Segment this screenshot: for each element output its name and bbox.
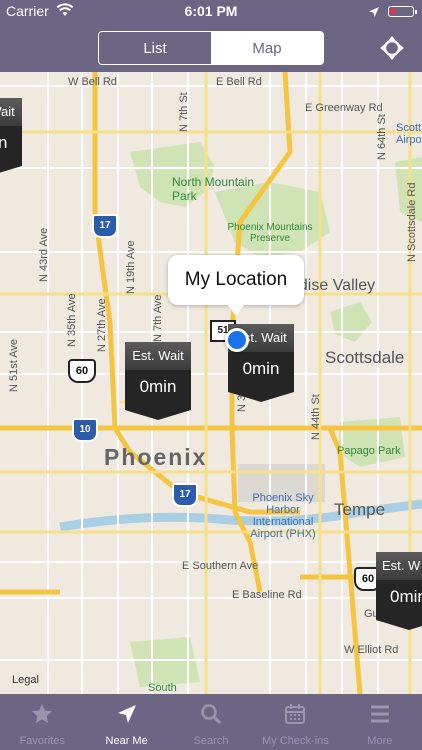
segment-map[interactable]: Map — [211, 32, 323, 64]
map-label: N 64th St — [376, 114, 388, 160]
wait-pin-title: Est. Wait — [0, 98, 22, 126]
map-label: E Southern Ave — [182, 560, 259, 572]
wait-pin-value: 0min — [139, 377, 177, 396]
map-label: N 43rd Ave — [38, 227, 50, 282]
interstate-shield: 17 — [172, 483, 198, 507]
map-label: N 7th Ave — [152, 294, 164, 343]
map-label: Phoenix Mountains Preserve — [227, 222, 313, 244]
tab-bar: Favorites Near Me Search My Check-ins Mo… — [0, 694, 422, 750]
map-view[interactable]: W Bell Rd E Bell Rd E Greenway Rd N 7th … — [0, 72, 422, 694]
list-map-segmented-control: List Map — [98, 31, 324, 65]
nav-bar: List Map — [0, 24, 422, 72]
battery-icon — [388, 6, 417, 17]
tab-near-me[interactable]: Near Me — [84, 694, 168, 750]
tab-label: More — [367, 735, 393, 747]
map-label: W Bell Rd — [68, 76, 117, 88]
map-label: Phoenix — [104, 444, 208, 470]
tab-my-check-ins[interactable]: My Check-ins — [253, 694, 337, 750]
wait-pin[interactable]: Est. Wait 0min — [0, 98, 22, 176]
user-location-dot[interactable] — [225, 328, 249, 352]
map-label: Scottsdale — [325, 348, 405, 367]
map-label: N 27th Ave — [96, 298, 108, 352]
map-label: N 44th St — [310, 394, 322, 440]
status-bar: Carrier 6:01 PM — [0, 0, 422, 24]
wait-pin-value: 0min — [242, 359, 280, 378]
map-label: N 35th Ave — [66, 293, 78, 347]
map-label: N 51st Ave — [8, 339, 20, 392]
tab-more[interactable]: More — [338, 694, 422, 750]
interstate-shield: 10 — [72, 418, 98, 442]
segment-list[interactable]: List — [99, 32, 211, 64]
star-icon — [32, 704, 53, 723]
tab-search[interactable]: Search — [169, 694, 253, 750]
clock: 6:01 PM — [184, 3, 238, 19]
map-label: Phoenix Sky Harbor International Airport… — [250, 492, 316, 540]
my-location-callout[interactable]: My Location — [168, 255, 304, 316]
wait-pin[interactable]: Est. Wait 0min — [125, 342, 191, 420]
tab-label: Near Me — [105, 735, 148, 747]
location-services-icon — [369, 7, 379, 17]
us-route-shield: 60 — [68, 359, 96, 383]
map-label: North Mountain Park — [172, 175, 255, 203]
map-label: N 7th St — [178, 92, 190, 132]
wait-pin-title: Est. W — [376, 552, 422, 580]
calendar-icon — [285, 704, 306, 724]
tab-label: My Check-ins — [262, 735, 329, 747]
map-label: Scott Airpo — [396, 122, 422, 146]
wait-pin-title: Est. Wait — [125, 342, 191, 370]
crosshair-icon[interactable] — [378, 34, 406, 62]
map-label: Papago Park — [337, 445, 401, 457]
map-graphics — [0, 72, 422, 694]
menu-icon — [370, 705, 389, 723]
wait-pin[interactable]: Est. W 0min — [376, 552, 422, 630]
map-label: W Elliot Rd — [344, 644, 399, 656]
wait-pin-value: 0min — [0, 133, 8, 152]
map-label: South — [148, 682, 177, 694]
map-label: Tempe — [334, 500, 386, 519]
map-label: E Bell Rd — [216, 76, 262, 88]
location-arrow-icon — [117, 705, 136, 723]
map-label: N 19th Ave — [125, 240, 137, 294]
legal-link[interactable]: Legal — [12, 674, 39, 686]
tab-label: Favorites — [19, 735, 65, 747]
map-label: E Greenway Rd — [305, 102, 383, 114]
wait-pin-value: 0min — [390, 587, 422, 606]
map-label: E Baseline Rd — [232, 589, 302, 601]
search-icon — [201, 704, 222, 725]
tab-label: Search — [193, 735, 229, 747]
map-label: N Scottsdale Rd — [406, 182, 418, 262]
interstate-shield: 17 — [92, 214, 118, 238]
tab-favorites[interactable]: Favorites — [0, 694, 84, 750]
